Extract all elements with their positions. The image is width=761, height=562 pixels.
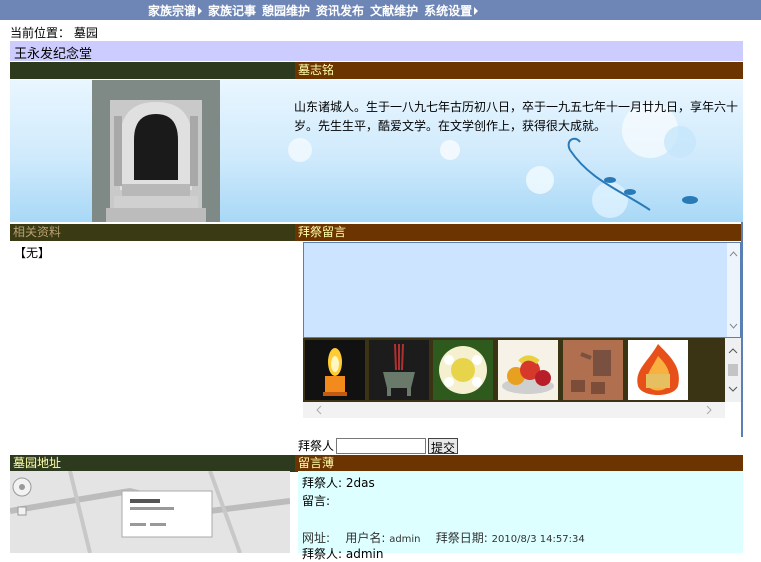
nav-item-garden-maintenance[interactable]: 憩园维护	[262, 2, 310, 19]
worship-header: 拜祭留言	[295, 224, 743, 241]
cemetery-address-header: 墓园地址	[10, 455, 295, 472]
right-divider	[741, 222, 743, 437]
guestbook-entry-message: 留言:	[302, 494, 331, 508]
offerings-strip	[303, 338, 725, 402]
page-title: 王永发纪念堂	[14, 47, 93, 62]
offerings-panel	[303, 338, 741, 418]
guestbook: 拜祭人: 2das 留言: 网址: 用户名: admin 拜祭日期: 2010/…	[298, 471, 743, 561]
left-header-spacer	[10, 62, 295, 79]
incense-burner-icon[interactable]	[369, 340, 429, 400]
related-header: 相关资料	[10, 224, 295, 241]
burning-paper-icon[interactable]	[628, 340, 688, 400]
memorial-hero: 山东诸城人。生于一八九七年古历初八日，卒于一九五七年十一月廿九日，享年六十岁。先…	[10, 80, 743, 222]
submenu-arrow-icon	[198, 6, 203, 15]
nav-item-literature-maintenance[interactable]: 文献维护	[370, 2, 418, 19]
worship-message-textarea[interactable]	[303, 242, 741, 338]
wine-teapot-icon[interactable]	[563, 340, 623, 400]
guestbook-entry-worshipper: 拜祭人: admin	[302, 547, 384, 561]
candle-icon[interactable]	[305, 340, 365, 400]
flower-wreath-icon[interactable]	[433, 340, 493, 400]
top-nav: 家族宗谱 家族记事 憩园维护 资讯发布 文献维护 系统设置	[0, 0, 761, 20]
offerings-horizontal-scrollbar[interactable]	[303, 402, 725, 418]
guestbook-header: 留言薄	[295, 455, 743, 472]
guestbook-entry-meta: 网址: 用户名: admin 拜祭日期: 2010/8/3 14:57:34	[302, 531, 585, 545]
related-content: 【无】	[10, 242, 290, 455]
tombstone-image	[92, 80, 220, 222]
epitaph-text: 山东诸城人。生于一八九七年古历初八日，卒于一九五七年十一月廿九日，享年六十岁。先…	[294, 100, 739, 133]
epitaph-header: 墓志铭	[295, 62, 743, 79]
nav-item-family-events[interactable]: 家族记事	[208, 2, 256, 19]
guestbook-entry-worshipper: 拜祭人: 2das	[302, 476, 375, 490]
offerings-vertical-scrollbar[interactable]	[725, 338, 741, 402]
breadcrumb: 当前位置： 墓园	[10, 26, 98, 40]
nav-item-news-publish[interactable]: 资讯发布	[316, 2, 364, 19]
fruit-plate-icon[interactable]	[498, 340, 558, 400]
textarea-scrollbar[interactable]	[727, 243, 740, 337]
related-empty-text: 【无】	[14, 246, 51, 260]
worshipper-form: 拜祭人 提交	[298, 437, 459, 455]
worshipper-input[interactable]	[336, 437, 427, 454]
nav-item-system-settings[interactable]: 系统设置	[424, 2, 479, 19]
submit-button[interactable]: 提交	[428, 437, 459, 455]
nav-item-genealogy[interactable]: 家族宗谱	[148, 2, 203, 19]
submenu-arrow-icon	[474, 6, 479, 15]
cemetery-map[interactable]	[10, 471, 290, 553]
memorial-title-bar: 王永发纪念堂	[10, 41, 743, 62]
worshipper-label: 拜祭人	[298, 439, 335, 453]
